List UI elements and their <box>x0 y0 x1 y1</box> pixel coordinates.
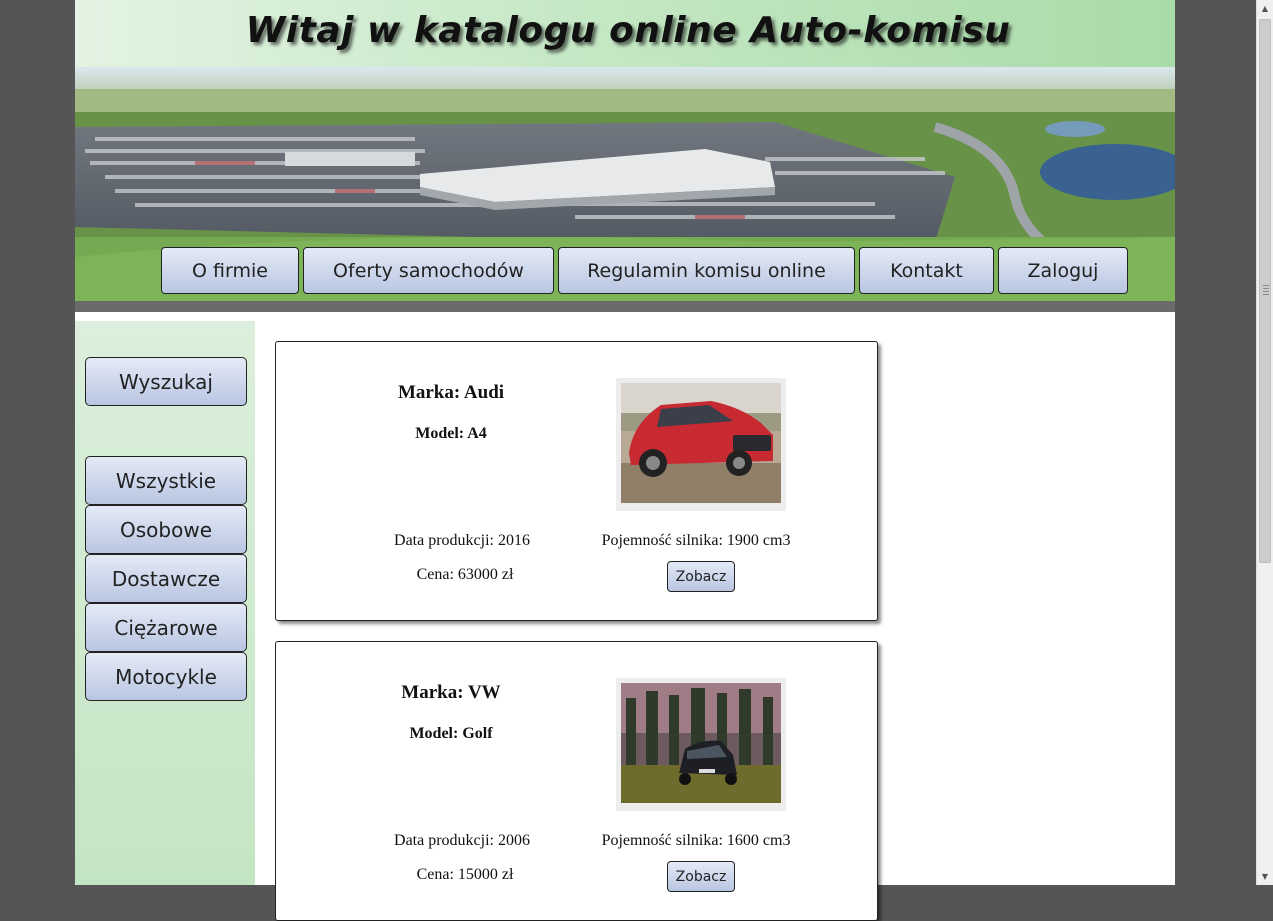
scrollbar-thumb[interactable] <box>1259 19 1271 563</box>
page-container: Witaj w katalogu online Auto-komisu O fi… <box>75 0 1175 921</box>
car-card: Marka: VW Model: Golf Data produkcji: 20… <box>275 641 878 921</box>
search-button[interactable]: Wyszukaj <box>85 357 247 406</box>
car-card: Marka: Audi Model: A4 Data produkcji: 20… <box>275 341 878 621</box>
nav-item-regulamin[interactable]: Regulamin komisu online <box>558 247 855 294</box>
scroll-down-arrow-icon[interactable]: ▼ <box>1257 868 1273 885</box>
car-photo-frame <box>616 678 786 811</box>
site-title: Witaj w katalogu online Auto-komisu <box>245 10 1011 51</box>
category-wszystkie[interactable]: Wszystkie <box>85 456 247 505</box>
see-details-button[interactable]: Zobacz <box>667 561 735 592</box>
car-engine-capacity: Pojemność silnika: 1900 cm3 <box>601 532 791 549</box>
nav-item-zaloguj[interactable]: Zaloguj <box>998 247 1128 294</box>
car-photo-frame <box>616 378 786 511</box>
car-price: Cena: 15000 zł <box>416 866 514 883</box>
category-ciezarowe[interactable]: Ciężarowe <box>85 603 247 652</box>
header-divider <box>75 301 1175 312</box>
scrollbar-grip-icon <box>1263 285 1269 295</box>
car-model: Model: Golf <box>409 725 493 742</box>
nav-item-kontakt[interactable]: Kontakt <box>859 247 994 294</box>
category-osobowe[interactable]: Osobowe <box>85 505 247 554</box>
header-title-bar: Witaj w katalogu online Auto-komisu <box>75 0 1175 67</box>
car-engine-capacity: Pojemność silnika: 1600 cm3 <box>601 832 791 849</box>
car-photo[interactable] <box>621 383 781 503</box>
category-dostawcze[interactable]: Dostawcze <box>85 554 247 603</box>
category-sidebar: Wyszukaj Wszystkie Osobowe Dostawcze Cię… <box>75 321 255 885</box>
see-details-button[interactable]: Zobacz <box>667 861 735 892</box>
nav-item-o-firmie[interactable]: O firmie <box>161 247 299 294</box>
scroll-up-arrow-icon[interactable]: ▲ <box>1257 0 1273 17</box>
car-price: Cena: 63000 zł <box>416 566 514 583</box>
car-brand: Marka: VW <box>401 682 501 703</box>
car-brand: Marka: Audi <box>397 382 505 403</box>
vertical-scrollbar[interactable]: ▲ ▼ <box>1256 0 1273 885</box>
car-model: Model: A4 <box>415 425 487 442</box>
nav-item-oferty-samochodow[interactable]: Oferty samochodów <box>303 247 554 294</box>
category-motocykle[interactable]: Motocykle <box>85 652 247 701</box>
car-photo[interactable] <box>621 683 781 803</box>
main-content: Wyszukaj Wszystkie Osobowe Dostawcze Cię… <box>75 312 1175 921</box>
